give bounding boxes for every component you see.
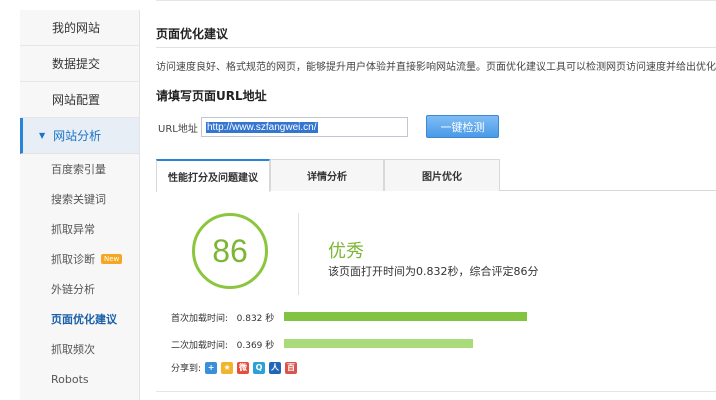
score-circle: 86 <box>192 213 268 289</box>
sidebar-item-crawl-frequency[interactable]: 抓取频次 <box>20 334 139 364</box>
sidebar-item-site-config[interactable]: 网站配置 <box>20 82 139 118</box>
tab-image-optimization[interactable]: 图片优化 <box>384 159 500 191</box>
second-load-label: 二次加载时间: 0.369 秒 <box>171 338 274 351</box>
sidebar-item-data-submit[interactable]: 数据提交 <box>20 46 139 82</box>
sidebar-item-my-sites[interactable]: 我的网站 <box>20 10 139 46</box>
sidebar-item-label: 页面优化建议 <box>51 313 117 326</box>
url-input[interactable]: http://www.szfangwei.cn/ <box>201 117 408 137</box>
sidebar-item-label: 百度索引量 <box>51 163 106 176</box>
tab-details[interactable]: 详情分析 <box>270 159 384 191</box>
sidebar-item-label: Robots <box>51 372 89 386</box>
url-input-value: http://www.szfangwei.cn/ <box>206 121 318 133</box>
new-badge: New <box>101 254 123 264</box>
share-icons: + ★ 微 Q 人 百 <box>205 361 298 374</box>
favorites-icon[interactable]: ★ <box>221 361 234 374</box>
sidebar-item-label: 抓取诊断 <box>51 253 95 266</box>
sidebar-item-label: 我的网站 <box>52 21 101 35</box>
renren-icon[interactable]: 人 <box>269 361 282 374</box>
sidebar-item-label: 网站配置 <box>52 93 101 107</box>
sidebar-item-label: 外链分析 <box>51 283 95 296</box>
second-load-title: 二次加载时间: <box>171 341 229 351</box>
sidebar-group-label: 网站分析 <box>53 129 102 143</box>
sidebar-item-backlinks[interactable]: 外链分析 <box>20 274 139 304</box>
url-label: URL地址 <box>158 124 198 135</box>
caret-down-icon: ▼ <box>39 131 46 140</box>
score-divider <box>298 213 299 295</box>
sidebar-item-label: 搜索关键词 <box>51 193 106 206</box>
second-load-bar <box>284 339 473 348</box>
sidebar-item-crawl-errors[interactable]: 抓取异常 <box>20 214 139 244</box>
page-title: 页面优化建议 <box>156 27 229 41</box>
tab-label: 图片优化 <box>422 172 462 183</box>
sidebar-item-index[interactable]: 百度索引量 <box>20 154 139 184</box>
sidebar-item-label: 数据提交 <box>52 57 101 71</box>
sidebar-item-crawl-diagnosis[interactable]: 抓取诊断 New <box>20 244 139 274</box>
sidebar: 我的网站 数据提交 网站配置 ▼ 网站分析 百度索引量 搜索关键词 抓取异常 抓… <box>20 10 140 400</box>
sidebar-item-label: 抓取异常 <box>51 223 95 236</box>
first-load-title: 首次加载时间: <box>171 314 229 324</box>
sidebar-item-keywords[interactable]: 搜索关键词 <box>20 184 139 214</box>
tab-performance[interactable]: 性能打分及问题建议 <box>156 159 270 192</box>
tab-label: 详情分析 <box>307 172 347 183</box>
sidebar-item-page-optimization[interactable]: 页面优化建议 <box>20 304 139 334</box>
share-row: 分享到: + ★ 微 Q 人 百 <box>171 361 298 374</box>
grade-label: 优秀 <box>328 241 364 262</box>
first-load-label: 首次加载时间: 0.832 秒 <box>171 311 274 324</box>
tencent-weibo-icon[interactable]: Q <box>253 361 266 374</box>
sidebar-group-site-analysis[interactable]: ▼ 网站分析 <box>20 118 139 154</box>
first-load-value: 0.832 秒 <box>236 314 275 324</box>
share-label: 分享到: <box>171 364 202 374</box>
weibo-icon[interactable]: 微 <box>237 361 250 374</box>
sidebar-item-label: 抓取频次 <box>51 343 95 356</box>
check-button[interactable]: 一键检测 <box>426 115 499 138</box>
sidebar-item-robots[interactable]: Robots <box>20 364 139 394</box>
bottom-divider <box>156 391 716 392</box>
qzone-icon[interactable]: + <box>205 361 218 374</box>
result-tabs: 性能打分及问题建议 详情分析 图片优化 <box>156 159 716 192</box>
main-content: 页面优化建议 访问速度良好、格式规范的网页，能够提升用户体验并直接影响网站流量。… <box>156 0 716 400</box>
first-load-bar <box>284 312 527 321</box>
score-summary: 该页面打开时间为0.832秒，综合评定86分 <box>328 265 539 278</box>
url-section-title: 请填写页面URL地址 <box>156 89 267 103</box>
title-divider <box>156 47 716 48</box>
baidu-icon[interactable]: 百 <box>285 361 298 374</box>
tab-label: 性能打分及问题建议 <box>168 173 258 184</box>
page-description: 访问速度良好、格式规范的网页，能够提升用户体验并直接影响网站流量。页面优化建议工… <box>156 62 716 73</box>
second-load-value: 0.369 秒 <box>236 341 275 351</box>
